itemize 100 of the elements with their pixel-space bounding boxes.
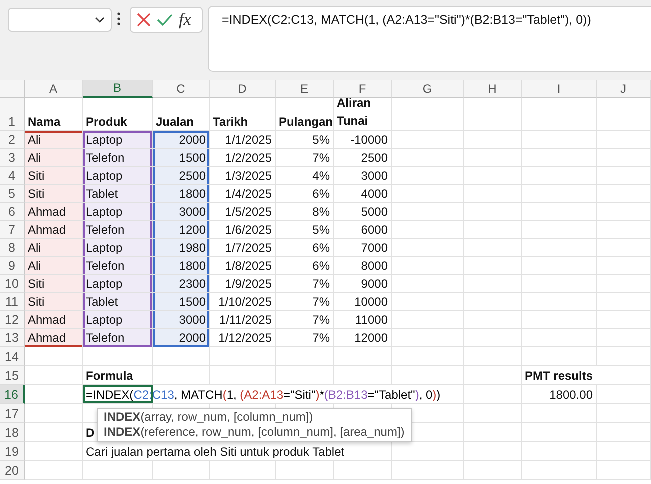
row-header[interactable]: 14	[0, 347, 25, 366]
row-header[interactable]: 4	[0, 167, 25, 185]
empty-cell	[597, 203, 651, 221]
table-cell: 11000	[334, 311, 392, 329]
insert-function-button[interactable]: fx	[179, 10, 192, 30]
table-cell: 6%	[276, 185, 334, 203]
row-header[interactable]: 11	[0, 293, 25, 311]
row-header[interactable]: 3	[0, 149, 25, 167]
more-icon[interactable]	[117, 12, 121, 26]
row-header[interactable]: 8	[0, 239, 25, 257]
table-cell: Telefon	[83, 149, 153, 167]
table-cell: 7%	[276, 329, 334, 347]
empty-cell	[464, 203, 522, 221]
table-cell: 4%	[276, 167, 334, 185]
column-header[interactable]: D	[210, 80, 276, 98]
result-value: 1800.00	[550, 387, 593, 403]
column-heading: Tarikh	[210, 98, 276, 131]
empty-cell	[392, 275, 464, 293]
table-cell: 3000	[153, 311, 210, 329]
empty-cell	[464, 461, 522, 480]
empty-cell	[597, 311, 651, 329]
empty-cell	[392, 329, 464, 347]
table-cell: Tablet	[83, 293, 153, 311]
empty-cell	[392, 203, 464, 221]
column-header[interactable]: B	[83, 80, 153, 98]
row-header[interactable]: 15	[0, 366, 25, 385]
empty-cell	[392, 167, 464, 185]
row-header[interactable]: 18	[0, 423, 25, 442]
empty-cell	[597, 149, 651, 167]
empty-cell	[464, 442, 522, 461]
empty-cell	[597, 221, 651, 239]
table-cell: Siti	[25, 185, 83, 203]
table-cell: Laptop	[83, 275, 153, 293]
empty-cell	[464, 293, 522, 311]
row-header[interactable]: 5	[0, 185, 25, 203]
table-cell: 1980	[153, 239, 210, 257]
row-header[interactable]: 17	[0, 404, 25, 423]
empty-cell	[464, 98, 522, 131]
empty-cell	[276, 366, 334, 385]
row-header[interactable]: 13	[0, 329, 25, 347]
table-cell: 2500	[334, 149, 392, 167]
table-cell: 1/12/2025	[210, 329, 276, 347]
table-cell: Laptop	[83, 167, 153, 185]
table-cell: 1800	[153, 185, 210, 203]
formula-field[interactable]: =INDEX(C2:C13, MATCH(1, (A2:A13="Siti")*(B2:B13="Tablet"), 0))	[208, 6, 651, 72]
table-cell: Siti	[25, 275, 83, 293]
formula-label: Formula	[86, 368, 134, 384]
result-label: PMT results	[525, 368, 594, 384]
row-header[interactable]: 19	[0, 442, 25, 461]
empty-cell	[597, 275, 651, 293]
table-cell: -10000	[334, 131, 392, 149]
column-header[interactable]: E	[276, 80, 334, 98]
table-cell: Telefon	[83, 221, 153, 239]
table-cell: 1/3/2025	[210, 167, 276, 185]
table-cell: Ali	[25, 257, 83, 275]
empty-cell	[464, 257, 522, 275]
row-header[interactable]: 10	[0, 275, 25, 293]
table-cell: 1200	[153, 221, 210, 239]
table-cell: Telefon	[83, 257, 153, 275]
row-header[interactable]: 9	[0, 257, 25, 275]
description-text: Cari jualan pertama oleh Siti untuk produk Tablet	[86, 444, 345, 460]
empty-cell	[597, 167, 651, 185]
row-header[interactable]: 7	[0, 221, 25, 239]
cancel-icon[interactable]	[137, 13, 151, 27]
table-cell: 1/2/2025	[210, 149, 276, 167]
empty-cell	[334, 347, 392, 366]
table-cell: Ahmad	[25, 203, 83, 221]
empty-cell	[392, 461, 464, 480]
column-header[interactable]: A	[25, 80, 83, 98]
column-header[interactable]: J	[597, 80, 651, 98]
empty-cell	[392, 149, 464, 167]
table-cell: 1/9/2025	[210, 275, 276, 293]
row-header[interactable]: 2	[0, 131, 25, 149]
row-header[interactable]: 20	[0, 461, 25, 480]
row-header[interactable]: 12	[0, 311, 25, 329]
empty-cell	[597, 257, 651, 275]
empty-cell	[597, 131, 651, 149]
table-cell: Ahmad	[25, 329, 83, 347]
empty-cell	[392, 221, 464, 239]
syntax-hint[interactable]: INDEX(array, row_num, [column_num])	[104, 410, 314, 425]
column-header[interactable]: C	[153, 80, 210, 98]
empty-cell	[276, 347, 334, 366]
table-cell: 1/8/2025	[210, 257, 276, 275]
table-cell: 7%	[276, 275, 334, 293]
check-icon[interactable]	[157, 14, 173, 26]
empty-cell	[210, 366, 276, 385]
column-header[interactable]: I	[522, 80, 597, 98]
syntax-hint[interactable]: INDEX(reference, row_num, [column_num], [area_num])	[104, 425, 405, 440]
row-header[interactable]: 6	[0, 203, 25, 221]
column-header[interactable]: G	[392, 80, 464, 98]
column-header[interactable]: F	[334, 80, 392, 98]
table-cell: 1500	[153, 149, 210, 167]
table-cell: 2500	[153, 167, 210, 185]
row-header[interactable]: 16	[0, 385, 25, 404]
empty-cell	[464, 311, 522, 329]
column-heading: Pulangan	[276, 98, 334, 131]
column-header[interactable]: H	[464, 80, 522, 98]
empty-cell	[464, 329, 522, 347]
table-cell: Ali	[25, 239, 83, 257]
row-header[interactable]: 1	[0, 98, 25, 131]
